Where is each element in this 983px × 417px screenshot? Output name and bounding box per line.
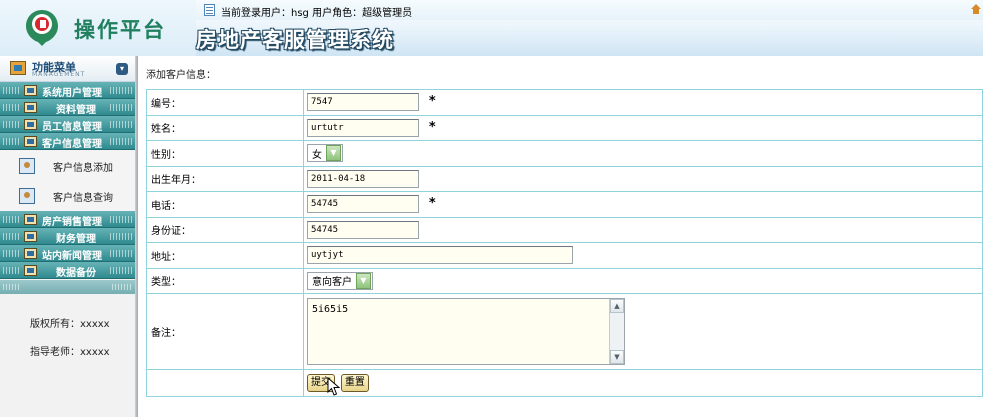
- gender-select[interactable]: 女 ▼: [307, 144, 343, 163]
- field-label: 类型：: [146, 267, 304, 294]
- required-mark: *: [428, 119, 436, 135]
- sidebar-item-label: 客户信息管理: [42, 139, 102, 150]
- remark-text: 5i65i5: [312, 304, 349, 315]
- form-row-type: 类型： 意向客户 ▼: [146, 267, 983, 294]
- sidebar-item-label: 系统用户管理: [42, 88, 102, 99]
- sidebar-item-label: 财务管理: [56, 234, 96, 245]
- form-row-actions: 提交 重置: [146, 369, 983, 397]
- id-input[interactable]: [307, 93, 419, 112]
- field-label: 性别：: [146, 140, 304, 167]
- mouse-cursor-icon: [327, 377, 341, 396]
- logo-area: 操作平台: [0, 0, 196, 56]
- sidebar: 功能菜单 MANAGEMENT ▾ 系统用户管理 资料管理 员工信息管理 客户信…: [0, 56, 135, 417]
- required-mark: *: [428, 94, 436, 110]
- form-row-address: 地址：: [146, 242, 983, 269]
- form-row-birth: 出生年月：: [146, 165, 983, 192]
- customer-query-icon: [19, 188, 35, 204]
- menu-subtitle: MANAGEMENT: [32, 71, 86, 78]
- name-input[interactable]: [307, 118, 419, 137]
- field-label: 电话：: [146, 191, 304, 218]
- sidebar-subitem-label: 客户信息查询: [53, 193, 113, 204]
- idcard-input[interactable]: [307, 220, 419, 239]
- system-title: 房地产客服管理系统: [196, 27, 394, 52]
- remark-textarea[interactable]: 5i65i5 ▲ ▼: [307, 298, 625, 365]
- sidebar-subitem-add-customer[interactable]: 客户信息添加: [0, 151, 135, 181]
- form-row-idcard: 身份证：: [146, 216, 983, 243]
- menu-item-icon: [24, 85, 37, 96]
- field-label: 身份证：: [146, 216, 304, 243]
- main-content: 添加客户信息： 编号： * 姓名： * 性别： 女 ▼: [138, 56, 983, 417]
- sidebar-subitem-label: 客户信息添加: [53, 163, 113, 174]
- logo-text: 操作平台: [74, 17, 166, 42]
- copyright-text: 版权所有：xxxxx: [30, 319, 110, 330]
- menu-folder-icon: [10, 61, 26, 75]
- form-row-gender: 性别： 女 ▼: [146, 140, 983, 167]
- sidebar-item-materials[interactable]: 资料管理: [0, 99, 135, 116]
- sidebar-subitem-query-customer[interactable]: 客户信息查询: [0, 181, 135, 211]
- sidebar-footer-bar: [0, 280, 135, 294]
- required-mark: *: [428, 196, 436, 212]
- chevron-down-icon[interactable]: ▼: [326, 145, 341, 162]
- field-label: 地址：: [146, 242, 304, 269]
- page-title: 添加客户信息：: [146, 70, 216, 81]
- address-input[interactable]: [307, 246, 573, 265]
- scroll-down-icon[interactable]: ▼: [610, 350, 624, 364]
- logo-icon: [26, 10, 58, 46]
- menu-item-icon: [24, 102, 37, 113]
- customer-add-icon: [19, 158, 35, 174]
- sidebar-item-system-users[interactable]: 系统用户管理: [0, 82, 135, 99]
- type-select[interactable]: 意向客户 ▼: [307, 271, 373, 290]
- form-row-remark: 备注： 5i65i5 ▲ ▼: [146, 293, 983, 370]
- collapse-icon[interactable]: ▾: [116, 63, 128, 75]
- menu-item-icon: [24, 119, 37, 130]
- field-label: 备注：: [146, 293, 304, 370]
- sidebar-item-property-sales[interactable]: 房产销售管理: [0, 211, 135, 228]
- birth-date-input[interactable]: [307, 169, 419, 188]
- sidebar-item-news[interactable]: 站内新闻管理: [0, 245, 135, 262]
- advisor-text: 指导老师：xxxxx: [30, 347, 110, 358]
- menu-item-icon: [24, 265, 37, 276]
- sidebar-item-label: 站内新闻管理: [42, 251, 102, 262]
- header: 操作平台 当前登录用户：hsg 用户角色：超级管理员 房地产客服管理系统: [0, 0, 983, 56]
- menu-header: 功能菜单 MANAGEMENT ▾: [0, 56, 135, 82]
- menu-item-icon: [24, 248, 37, 259]
- gender-select-value: 女: [312, 149, 322, 161]
- field-label: 出生年月：: [146, 165, 304, 192]
- sidebar-item-label: 数据备份: [56, 268, 96, 279]
- chevron-down-icon[interactable]: ▼: [356, 272, 371, 289]
- sidebar-item-backup[interactable]: 数据备份: [0, 262, 135, 279]
- form-row-name: 姓名： *: [146, 114, 983, 141]
- sidebar-item-customers[interactable]: 客户信息管理: [0, 133, 135, 150]
- sidebar-item-employees[interactable]: 员工信息管理: [0, 116, 135, 133]
- phone-input[interactable]: [307, 195, 419, 214]
- field-label: 姓名：: [146, 114, 304, 141]
- form-row-id: 编号： *: [146, 89, 983, 116]
- home-icon[interactable]: [971, 4, 981, 14]
- menu-item-icon: [24, 136, 37, 147]
- banner: 房地产客服管理系统: [196, 20, 983, 56]
- form-row-phone: 电话： *: [146, 191, 983, 218]
- scroll-up-icon[interactable]: ▲: [610, 299, 624, 313]
- customer-form: 编号： * 姓名： * 性别： 女 ▼ 出生年月：: [146, 89, 983, 397]
- field-label: 编号：: [146, 89, 304, 116]
- user-info: 当前登录用户：hsg 用户角色：超级管理员: [221, 8, 413, 19]
- menu-item-icon: [24, 231, 37, 242]
- menu-item-icon: [24, 214, 37, 225]
- sidebar-item-label: 资料管理: [56, 105, 96, 116]
- sidebar-item-label: 房产销售管理: [42, 217, 102, 228]
- sidebar-item-label: 员工信息管理: [42, 122, 102, 133]
- textarea-scrollbar[interactable]: ▲ ▼: [609, 299, 624, 364]
- document-icon: [204, 4, 215, 16]
- user-bar: 当前登录用户：hsg 用户角色：超级管理员: [196, 0, 983, 20]
- type-select-value: 意向客户: [312, 277, 352, 289]
- reset-button[interactable]: 重置: [340, 374, 369, 392]
- sidebar-item-finance[interactable]: 财务管理: [0, 228, 135, 245]
